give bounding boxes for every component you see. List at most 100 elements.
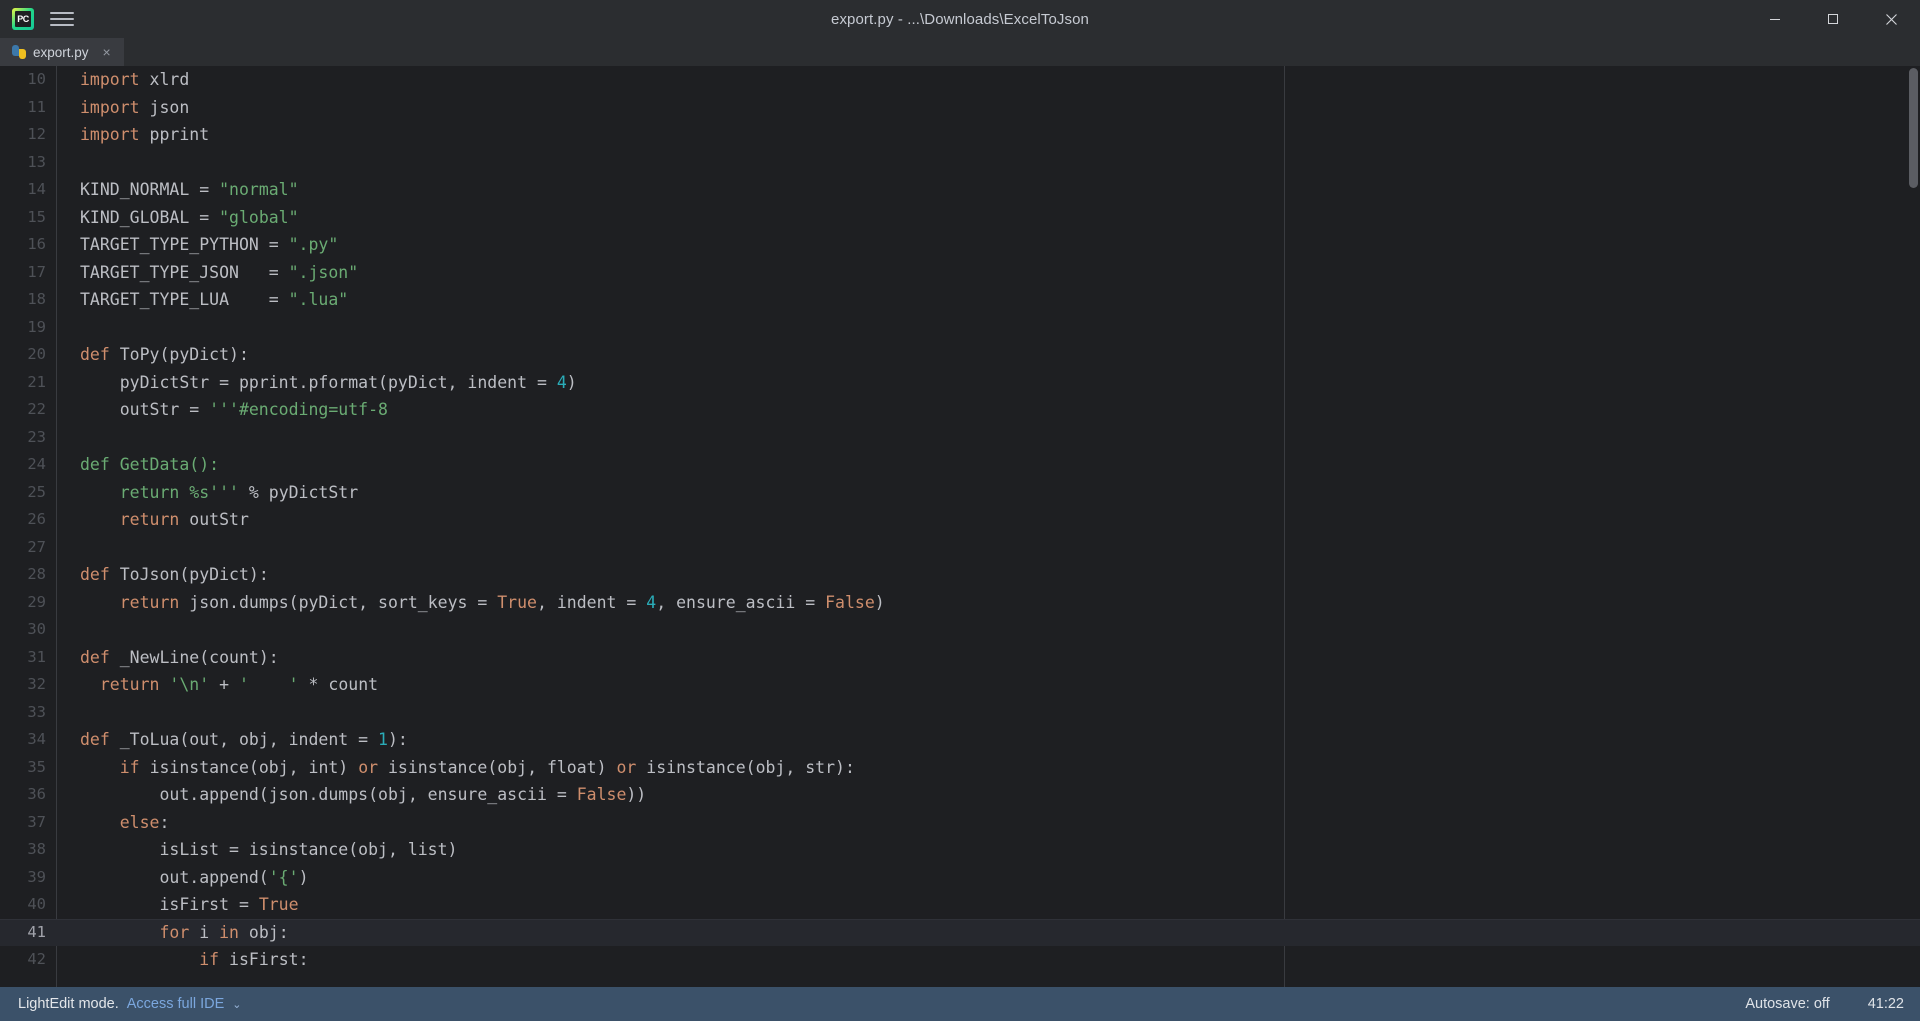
- code-line[interactable]: 12 import pprint: [0, 121, 1920, 149]
- code-token: , indent =: [537, 592, 647, 612]
- code-line[interactable]: 20 def ToPy(pyDict):: [0, 341, 1920, 369]
- code-token: ): [874, 592, 885, 612]
- code-line-text: import pprint: [80, 121, 209, 149]
- code-line[interactable]: 25 return %s''' % pyDictStr: [0, 479, 1920, 507]
- code-line[interactable]: 13: [0, 149, 1920, 177]
- code-token: pyDictStr = pprint.pformat(pyDict, inden…: [80, 372, 557, 392]
- code-line-text: def _ToLua(out, obj, indent = 1):: [80, 726, 408, 754]
- code-line[interactable]: 34 def _ToLua(out, obj, indent = 1):: [0, 726, 1920, 754]
- code-line-text: return '\n' + ' ' * count: [80, 671, 378, 699]
- code-line[interactable]: 31 def _NewLine(count):: [0, 644, 1920, 672]
- code-line-text: out.append(json.dumps(obj, ensure_ascii …: [80, 781, 646, 809]
- code-line[interactable]: 40 isFirst = True: [0, 891, 1920, 919]
- code-line[interactable]: 24 def GetData():: [0, 451, 1920, 479]
- code-line-text: for i in obj:: [80, 919, 289, 947]
- code-line[interactable]: 14 KIND_NORMAL = "normal": [0, 176, 1920, 204]
- code-line[interactable]: 10 import xlrd: [0, 66, 1920, 94]
- code-token: obj:: [248, 922, 289, 942]
- code-token: import: [80, 125, 150, 144]
- code-line[interactable]: 33: [0, 699, 1920, 727]
- code-line-text: return outStr: [80, 506, 249, 534]
- line-number: 41: [27, 922, 46, 941]
- code-token: return: [99, 675, 170, 694]
- code-token: _NewLine(count):: [119, 647, 279, 667]
- line-number: 30: [27, 620, 46, 638]
- line-number: 36: [27, 785, 46, 803]
- line-number: 19: [27, 317, 46, 336]
- code-line[interactable]: 15 KIND_GLOBAL = "global": [0, 204, 1920, 232]
- code-line[interactable]: 38 isList = isinstance(obj, list): [0, 836, 1920, 864]
- code-line[interactable]: 32 return '\n' + ' ' * count: [0, 671, 1920, 699]
- code-token: isinstance(obj, float): [388, 757, 617, 777]
- code-line[interactable]: 35 if isinstance(obj, int) or isinstance…: [0, 754, 1920, 782]
- code-token: :: [159, 812, 170, 832]
- code-line[interactable]: 27: [0, 534, 1920, 562]
- minimize-button[interactable]: [1746, 0, 1804, 38]
- code-token: TARGET_TYPE_PYTHON =: [80, 235, 289, 254]
- code-line[interactable]: 23: [0, 424, 1920, 452]
- code-token: i: [199, 922, 220, 942]
- code-line-text: KIND_GLOBAL = "global": [80, 204, 299, 232]
- code-line[interactable]: 11 import json: [0, 94, 1920, 122]
- code-line[interactable]: 22 outStr = '''#encoding=utf-8: [0, 396, 1920, 424]
- code-token: '\n': [169, 675, 210, 694]
- code-line-text: def _NewLine(count):: [80, 644, 279, 672]
- code-line-text: else:: [80, 809, 170, 837]
- code-line-text: out.append('{'): [80, 864, 309, 892]
- code-token: ): [566, 372, 577, 392]
- hamburger-menu-icon[interactable]: [50, 8, 74, 30]
- code-line[interactable]: 17 TARGET_TYPE_JSON = ".json": [0, 259, 1920, 287]
- code-editor[interactable]: 10 import xlrd 11 import json 12 import pprin…: [0, 66, 1920, 987]
- tab-close-icon[interactable]: ×: [100, 45, 114, 59]
- autosave-status[interactable]: Autosave: off: [1745, 996, 1829, 1012]
- line-number: 20: [27, 345, 46, 363]
- code-token: isinstance(obj, int): [149, 757, 359, 777]
- code-line[interactable]: 30: [0, 616, 1920, 644]
- editor-tab-bar: export.py ×: [0, 38, 1920, 66]
- code-token: KIND_GLOBAL =: [80, 207, 220, 227]
- code-token: pprint: [149, 125, 210, 144]
- code-line[interactable]: 36 out.append(json.dumps(obj, ensure_asc…: [0, 781, 1920, 809]
- caret-position[interactable]: 41:22: [1868, 996, 1904, 1012]
- code-line-text: pyDictStr = pprint.pformat(pyDict, inden…: [80, 369, 577, 397]
- code-token: ToPy(pyDict):: [119, 345, 249, 364]
- code-token: )): [626, 785, 647, 804]
- code-token: import: [80, 97, 150, 117]
- close-button[interactable]: [1862, 0, 1920, 38]
- code-line[interactable]: 21 pyDictStr = pprint.pformat(pyDict, in…: [0, 369, 1920, 397]
- code-line[interactable]: 28 def ToJson(pyDict):: [0, 561, 1920, 589]
- code-line[interactable]: 16 TARGET_TYPE_PYTHON = ".py": [0, 231, 1920, 259]
- code-line-text: def ToJson(pyDict):: [80, 561, 269, 589]
- code-line[interactable]: 19: [0, 314, 1920, 342]
- code-token: isFirst:: [229, 950, 309, 969]
- code-token: outStr =: [80, 400, 210, 419]
- tab-export-py[interactable]: export.py ×: [0, 38, 124, 66]
- code-line[interactable]: 42 if isFirst:: [0, 946, 1920, 974]
- code-token: , ensure_ascii =: [656, 592, 826, 612]
- code-token: if: [119, 757, 150, 777]
- code-line[interactable]: 29 return json.dumps(pyDict, sort_keys =…: [0, 589, 1920, 617]
- code-line[interactable]: 37 else:: [0, 809, 1920, 837]
- code-token: 1: [378, 730, 388, 749]
- code-content[interactable]: 10 import xlrd 11 import json 12 import pprin…: [0, 66, 1920, 974]
- code-token: * count: [298, 675, 379, 694]
- code-line[interactable]: 41 for i in obj:: [0, 918, 1920, 947]
- code-token: def: [80, 565, 120, 584]
- line-number: 10: [27, 70, 46, 88]
- code-token: in: [219, 922, 249, 942]
- access-full-ide-link[interactable]: Access full IDE: [127, 996, 225, 1012]
- code-line[interactable]: 26 return outStr: [0, 506, 1920, 534]
- maximize-button[interactable]: [1804, 0, 1862, 38]
- editor-scrollbar-thumb[interactable]: [1909, 68, 1918, 188]
- code-line[interactable]: 39 out.append('{'): [0, 864, 1920, 892]
- line-number: 35: [27, 757, 46, 776]
- tab-label: export.py: [33, 44, 89, 60]
- code-token: ): [298, 867, 309, 887]
- code-token: for: [159, 922, 200, 942]
- chevron-down-icon[interactable]: ⌄: [232, 998, 241, 1011]
- code-line[interactable]: 18 TARGET_TYPE_LUA = ".lua": [0, 286, 1920, 314]
- code-line-text: outStr = '''#encoding=utf-8: [80, 396, 388, 424]
- code-token: ):: [387, 730, 408, 749]
